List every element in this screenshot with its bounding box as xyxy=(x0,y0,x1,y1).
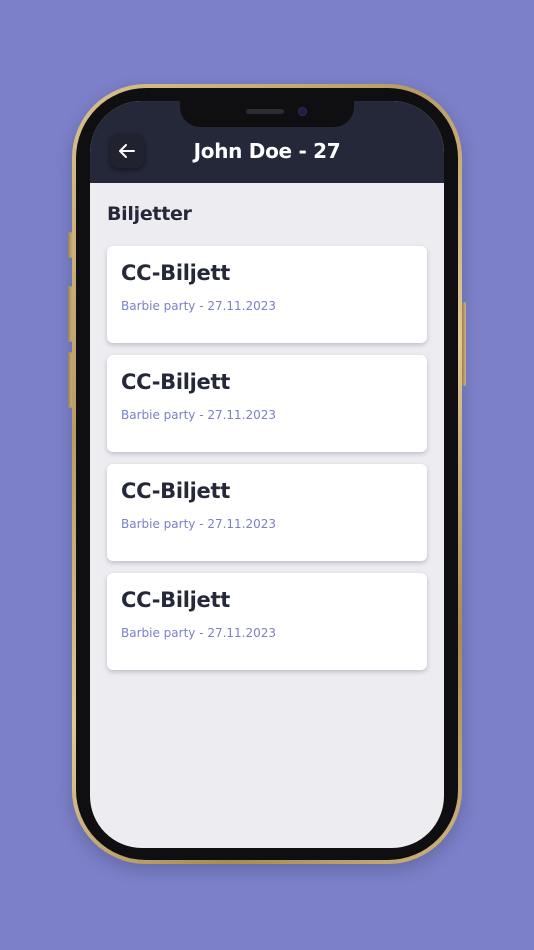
section-title: Biljetter xyxy=(107,203,192,225)
ticket-card[interactable]: CC-Biljett Barbie party - 27.11.2023 xyxy=(107,246,427,343)
ticket-title: CC-Biljett xyxy=(121,588,230,612)
ticket-title: CC-Biljett xyxy=(121,261,230,285)
page: John Doe - 27 Biljetter CC-Biljett Barbi… xyxy=(0,0,534,950)
ticket-title: CC-Biljett xyxy=(121,479,230,503)
ticket-subtitle: Barbie party - 27.11.2023 xyxy=(121,626,277,640)
phone-screen: John Doe - 27 Biljetter CC-Biljett Barbi… xyxy=(90,101,444,848)
ticket-card[interactable]: CC-Biljett Barbie party - 27.11.2023 xyxy=(107,573,427,670)
ticket-list: CC-Biljett Barbie party - 27.11.2023 CC-… xyxy=(107,246,427,682)
ticket-card[interactable]: CC-Biljett Barbie party - 27.11.2023 xyxy=(107,355,427,452)
phone-notch xyxy=(180,101,354,127)
ticket-subtitle: Barbie party - 27.11.2023 xyxy=(121,408,277,422)
speaker-grille xyxy=(246,109,284,114)
app-header: John Doe - 27 xyxy=(90,101,444,183)
ticket-title: CC-Biljett xyxy=(121,370,230,394)
front-camera-icon xyxy=(298,107,307,116)
phone-power-button xyxy=(462,302,466,386)
ticket-card[interactable]: CC-Biljett Barbie party - 27.11.2023 xyxy=(107,464,427,561)
ticket-subtitle: Barbie party - 27.11.2023 xyxy=(121,299,277,313)
page-title: John Doe - 27 xyxy=(193,139,341,163)
ticket-subtitle: Barbie party - 27.11.2023 xyxy=(121,517,277,531)
